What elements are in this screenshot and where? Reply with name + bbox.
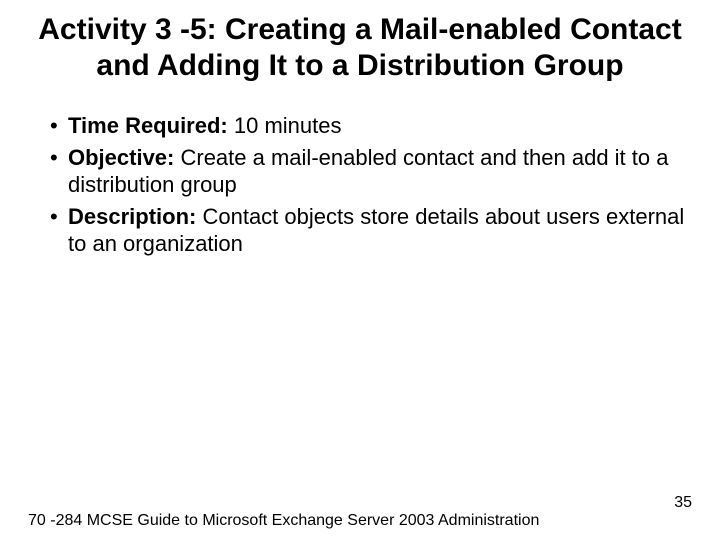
bullet-label: Time Required: bbox=[68, 113, 234, 138]
list-item: Time Required: 10 minutes bbox=[50, 112, 692, 140]
slide: Activity 3 -5: Creating a Mail-enabled C… bbox=[0, 0, 720, 540]
slide-title: Activity 3 -5: Creating a Mail-enabled C… bbox=[36, 12, 684, 84]
footer-text: 70 -284 MCSE Guide to Microsoft Exchange… bbox=[28, 512, 539, 530]
bullet-text: 10 minutes bbox=[234, 113, 342, 138]
page-number: 35 bbox=[674, 494, 692, 512]
bullet-label: Objective: bbox=[68, 145, 180, 170]
bullet-label: Description: bbox=[68, 204, 202, 229]
list-item: Objective: Create a mail-enabled contact… bbox=[50, 144, 692, 199]
list-item: Description: Contact objects store detai… bbox=[50, 203, 692, 258]
slide-footer: 70 -284 MCSE Guide to Microsoft Exchange… bbox=[28, 490, 692, 530]
slide-body: Time Required: 10 minutes Objective: Cre… bbox=[28, 112, 692, 258]
bullet-list: Time Required: 10 minutes Objective: Cre… bbox=[28, 112, 692, 258]
